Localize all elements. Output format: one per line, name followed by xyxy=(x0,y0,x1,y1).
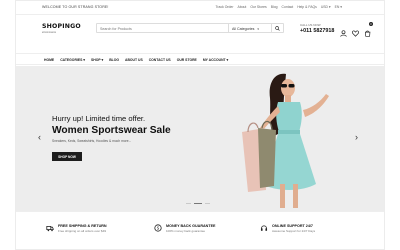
feature-subtitle: Awesome Support for 24/7 Days xyxy=(272,229,316,233)
feature-subtitle: 100% money back guarantee xyxy=(166,229,206,233)
main-nav: HOME CATEGORIES ▾ SHOP ▾ BLOG ABOUT US C… xyxy=(16,53,384,65)
top-links: Track Order About Our Stores Blog Contac… xyxy=(215,5,342,9)
search-button[interactable] xyxy=(271,24,283,32)
slide-dot-active[interactable] xyxy=(194,203,202,205)
next-slide-arrow[interactable]: › xyxy=(355,133,358,142)
search-icon xyxy=(275,25,280,31)
link-help-faqs[interactable]: Help & FAQs xyxy=(297,5,317,9)
slide-dot[interactable] xyxy=(186,203,191,205)
header-icons: 0 xyxy=(340,22,373,42)
link-about[interactable]: About xyxy=(237,5,246,9)
shop-now-button[interactable]: SHOP NOW xyxy=(52,152,82,161)
feature-title: FREE SHIPPING & RETURN xyxy=(58,224,107,228)
feature-money-back: $ MONEY BACK GUARANTEE 100% money back g… xyxy=(154,224,216,233)
site-logo[interactable]: SHOPINGO xyxy=(42,23,81,30)
hero-kicker: Hurry up! Limited time offer. xyxy=(52,114,146,123)
link-track-order[interactable]: Track Order xyxy=(215,5,233,9)
prev-slide-arrow[interactable]: ‹ xyxy=(38,133,41,142)
hero-title: Women Sportswear Sale xyxy=(52,125,171,136)
feature-online-support: ONLINE SUPPORT 24/7 Awesome Support for … xyxy=(260,224,315,233)
nav-item-contact-us[interactable]: CONTACT US xyxy=(149,58,171,62)
link-blog[interactable]: Blog xyxy=(271,5,278,9)
feature-title: ONLINE SUPPORT 24/7 xyxy=(272,224,313,228)
truck-icon xyxy=(46,226,54,232)
hero-model-image xyxy=(242,73,329,208)
nav-item-blog[interactable]: BLOG xyxy=(109,58,119,62)
feature-title: MONEY BACK GUARANTEE xyxy=(166,224,216,228)
currency-select[interactable]: USD ▾ xyxy=(321,5,331,9)
link-our-stores[interactable]: Our Stores xyxy=(250,5,266,9)
nav-item-our-store[interactable]: OUR STORE xyxy=(177,58,197,62)
browser-page: WELCOME TO OUR STRANG STORE! Track Order… xyxy=(15,0,385,250)
feature-subtitle: Free shipping on all orders over $49 xyxy=(58,229,107,233)
features-strip: FREE SHIPPING & RETURN Free shipping on … xyxy=(16,211,384,249)
nav-item-categories[interactable]: CATEGORIES ▾ xyxy=(60,58,85,62)
nav-item-my-account[interactable]: MY ACCOUNT ▾ xyxy=(203,58,228,62)
hero-subtitle: Sneakers, Keds, Sweatshirts, Hoodies & m… xyxy=(52,139,132,143)
svg-text:$: $ xyxy=(157,226,160,231)
feature-free-shipping: FREE SHIPPING & RETURN Free shipping on … xyxy=(46,224,107,233)
cart-icon xyxy=(365,30,371,37)
hero-banner: Hurry up! Limited time offer. Women Spor… xyxy=(16,66,384,211)
language-select[interactable]: EN ▾ xyxy=(335,5,342,9)
heart-icon[interactable] xyxy=(352,30,359,37)
headset-icon xyxy=(260,225,268,231)
slide-dot[interactable] xyxy=(205,203,210,205)
cart-button[interactable]: 0 xyxy=(364,22,373,42)
top-bar: WELCOME TO OUR STRANG STORE! Track Order… xyxy=(16,1,384,15)
category-select-label: All Categories xyxy=(232,26,255,31)
category-select[interactable]: All Categories ▾ xyxy=(228,24,272,32)
welcome-text: WELCOME TO OUR STRANG STORE! xyxy=(42,5,109,9)
chevron-down-icon: ▾ xyxy=(257,26,259,31)
user-icon[interactable] xyxy=(340,29,347,37)
site-header xyxy=(16,15,384,55)
slide-indicators xyxy=(186,203,210,205)
link-contact[interactable]: Contact xyxy=(282,5,294,9)
nav-item-about-us[interactable]: ABOUT US xyxy=(125,58,143,62)
nav-item-shop[interactable]: SHOP ▾ xyxy=(91,58,103,62)
cart-count-badge: 0 xyxy=(369,22,373,26)
search-bar: All Categories ▾ xyxy=(96,23,284,33)
phone-number[interactable]: +011 5827918 xyxy=(300,28,334,34)
call-label: CALL US NOW xyxy=(300,23,321,27)
money-icon: $ xyxy=(154,224,162,232)
nav-item-home[interactable]: HOME xyxy=(44,58,54,62)
search-input[interactable] xyxy=(100,26,220,32)
logo-tagline: eCommerce xyxy=(42,31,57,34)
